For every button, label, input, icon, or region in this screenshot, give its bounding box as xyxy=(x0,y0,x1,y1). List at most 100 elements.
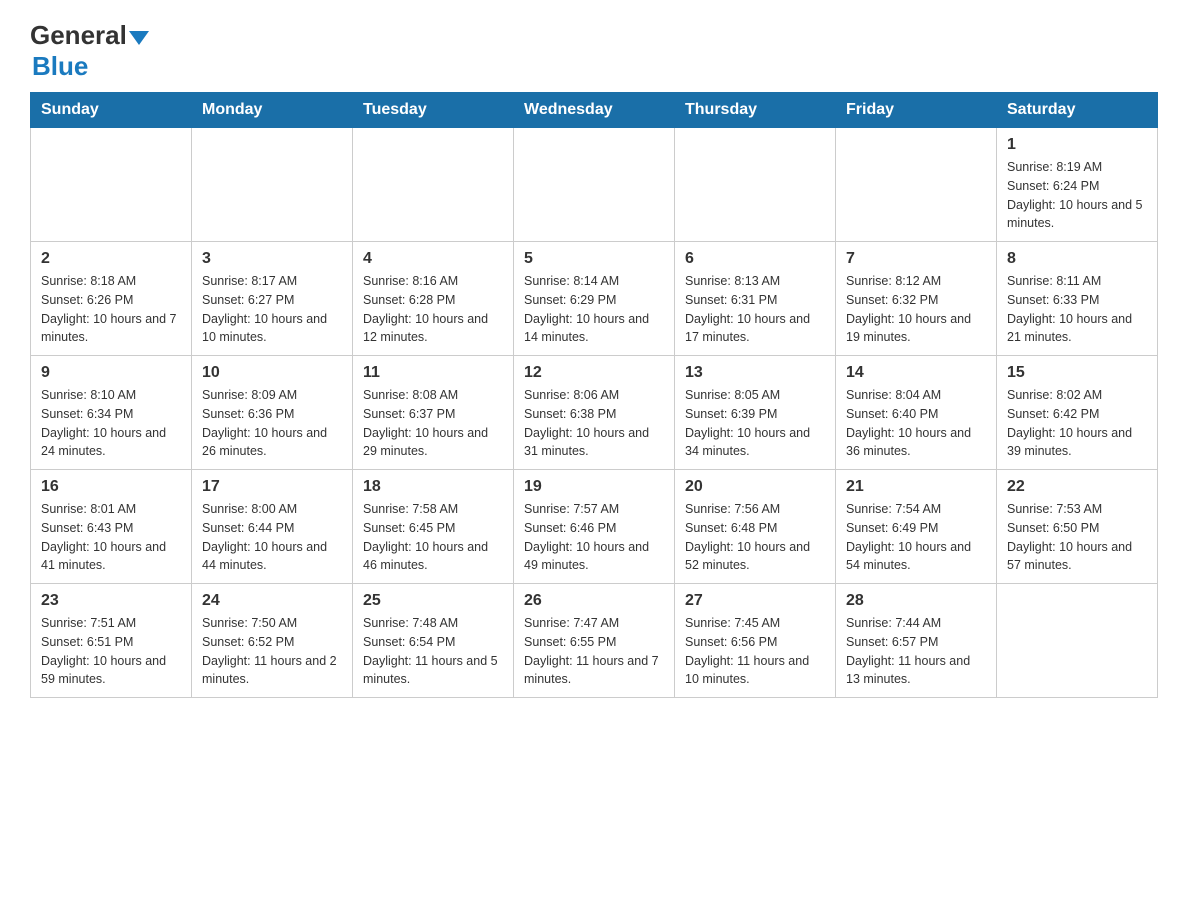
day-number: 20 xyxy=(685,478,825,496)
day-info: Sunrise: 7:58 AMSunset: 6:45 PMDaylight:… xyxy=(363,500,503,575)
day-number: 19 xyxy=(524,478,664,496)
day-number: 16 xyxy=(41,478,181,496)
day-number: 10 xyxy=(202,364,342,382)
weekday-header-wednesday: Wednesday xyxy=(514,93,675,128)
day-number: 26 xyxy=(524,592,664,610)
calendar-table: SundayMondayTuesdayWednesdayThursdayFrid… xyxy=(30,92,1158,698)
calendar-week-3: 9 Sunrise: 8:10 AMSunset: 6:34 PMDaylight… xyxy=(31,356,1158,470)
day-info: Sunrise: 8:17 AMSunset: 6:27 PMDaylight:… xyxy=(202,272,342,347)
calendar-cell: 4 Sunrise: 8:16 AMSunset: 6:28 PMDaylight… xyxy=(353,242,514,356)
calendar-cell: 1 Sunrise: 8:19 AMSunset: 6:24 PMDaylight… xyxy=(997,128,1158,242)
calendar-cell: 9 Sunrise: 8:10 AMSunset: 6:34 PMDaylight… xyxy=(31,356,192,470)
calendar-cell: 24 Sunrise: 7:50 AMSunset: 6:52 PMDayligh… xyxy=(192,584,353,698)
calendar-cell: 23 Sunrise: 7:51 AMSunset: 6:51 PMDayligh… xyxy=(31,584,192,698)
calendar-cell: 27 Sunrise: 7:45 AMSunset: 6:56 PMDayligh… xyxy=(675,584,836,698)
logo-general-text: General xyxy=(30,20,127,51)
weekday-header-friday: Friday xyxy=(836,93,997,128)
day-number: 7 xyxy=(846,250,986,268)
day-number: 27 xyxy=(685,592,825,610)
day-info: Sunrise: 8:02 AMSunset: 6:42 PMDaylight:… xyxy=(1007,386,1147,461)
calendar-cell: 13 Sunrise: 8:05 AMSunset: 6:39 PMDayligh… xyxy=(675,356,836,470)
day-number: 5 xyxy=(524,250,664,268)
calendar-cell: 22 Sunrise: 7:53 AMSunset: 6:50 PMDayligh… xyxy=(997,470,1158,584)
day-number: 17 xyxy=(202,478,342,496)
day-number: 9 xyxy=(41,364,181,382)
calendar-cell: 8 Sunrise: 8:11 AMSunset: 6:33 PMDaylight… xyxy=(997,242,1158,356)
page-header: General Blue xyxy=(30,20,1158,82)
calendar-cell: 25 Sunrise: 7:48 AMSunset: 6:54 PMDayligh… xyxy=(353,584,514,698)
day-info: Sunrise: 8:13 AMSunset: 6:31 PMDaylight:… xyxy=(685,272,825,347)
day-info: Sunrise: 8:19 AMSunset: 6:24 PMDaylight:… xyxy=(1007,158,1147,233)
day-number: 25 xyxy=(363,592,503,610)
logo-blue-text: Blue xyxy=(32,51,88,81)
calendar-cell: 14 Sunrise: 8:04 AMSunset: 6:40 PMDayligh… xyxy=(836,356,997,470)
calendar-week-4: 16 Sunrise: 8:01 AMSunset: 6:43 PMDayligh… xyxy=(31,470,1158,584)
day-number: 6 xyxy=(685,250,825,268)
logo: General Blue xyxy=(30,20,149,82)
day-info: Sunrise: 7:48 AMSunset: 6:54 PMDaylight:… xyxy=(363,614,503,689)
weekday-header-saturday: Saturday xyxy=(997,93,1158,128)
calendar-cell: 6 Sunrise: 8:13 AMSunset: 6:31 PMDaylight… xyxy=(675,242,836,356)
day-info: Sunrise: 8:01 AMSunset: 6:43 PMDaylight:… xyxy=(41,500,181,575)
calendar-cell: 18 Sunrise: 7:58 AMSunset: 6:45 PMDayligh… xyxy=(353,470,514,584)
day-number: 28 xyxy=(846,592,986,610)
day-info: Sunrise: 7:53 AMSunset: 6:50 PMDaylight:… xyxy=(1007,500,1147,575)
day-number: 12 xyxy=(524,364,664,382)
logo-triangle-icon xyxy=(129,31,149,45)
calendar-cell xyxy=(997,584,1158,698)
day-number: 8 xyxy=(1007,250,1147,268)
day-info: Sunrise: 7:54 AMSunset: 6:49 PMDaylight:… xyxy=(846,500,986,575)
day-number: 22 xyxy=(1007,478,1147,496)
calendar-cell: 28 Sunrise: 7:44 AMSunset: 6:57 PMDayligh… xyxy=(836,584,997,698)
day-info: Sunrise: 7:45 AMSunset: 6:56 PMDaylight:… xyxy=(685,614,825,689)
day-number: 14 xyxy=(846,364,986,382)
day-number: 23 xyxy=(41,592,181,610)
day-info: Sunrise: 7:51 AMSunset: 6:51 PMDaylight:… xyxy=(41,614,181,689)
day-info: Sunrise: 8:04 AMSunset: 6:40 PMDaylight:… xyxy=(846,386,986,461)
day-number: 24 xyxy=(202,592,342,610)
calendar-cell: 17Sunrise: 8:00 AMSunset: 6:44 PMDayligh… xyxy=(192,470,353,584)
day-number: 2 xyxy=(41,250,181,268)
calendar-cell: 7 Sunrise: 8:12 AMSunset: 6:32 PMDaylight… xyxy=(836,242,997,356)
calendar-cell: 19Sunrise: 7:57 AMSunset: 6:46 PMDayligh… xyxy=(514,470,675,584)
day-number: 1 xyxy=(1007,136,1147,154)
weekday-header-thursday: Thursday xyxy=(675,93,836,128)
day-info: Sunrise: 8:05 AMSunset: 6:39 PMDaylight:… xyxy=(685,386,825,461)
day-info: Sunrise: 8:16 AMSunset: 6:28 PMDaylight:… xyxy=(363,272,503,347)
calendar-cell: 15 Sunrise: 8:02 AMSunset: 6:42 PMDayligh… xyxy=(997,356,1158,470)
weekday-header-monday: Monday xyxy=(192,93,353,128)
calendar-cell: 11Sunrise: 8:08 AMSunset: 6:37 PMDayligh… xyxy=(353,356,514,470)
day-info: Sunrise: 8:18 AMSunset: 6:26 PMDaylight:… xyxy=(41,272,181,347)
calendar-week-1: 1 Sunrise: 8:19 AMSunset: 6:24 PMDaylight… xyxy=(31,128,1158,242)
calendar-cell: 2 Sunrise: 8:18 AMSunset: 6:26 PMDaylight… xyxy=(31,242,192,356)
calendar-cell xyxy=(192,128,353,242)
calendar-cell: 12 Sunrise: 8:06 AMSunset: 6:38 PMDayligh… xyxy=(514,356,675,470)
calendar-cell xyxy=(836,128,997,242)
calendar-cell: 10 Sunrise: 8:09 AMSunset: 6:36 PMDayligh… xyxy=(192,356,353,470)
day-info: Sunrise: 8:06 AMSunset: 6:38 PMDaylight:… xyxy=(524,386,664,461)
calendar-cell xyxy=(31,128,192,242)
day-info: Sunrise: 8:10 AMSunset: 6:34 PMDaylight:… xyxy=(41,386,181,461)
day-number: 11 xyxy=(363,364,503,382)
day-number: 3 xyxy=(202,250,342,268)
weekday-header-row: SundayMondayTuesdayWednesdayThursdayFrid… xyxy=(31,93,1158,128)
day-info: Sunrise: 7:50 AMSunset: 6:52 PMDaylight:… xyxy=(202,614,342,689)
day-number: 4 xyxy=(363,250,503,268)
weekday-header-tuesday: Tuesday xyxy=(353,93,514,128)
calendar-cell xyxy=(514,128,675,242)
calendar-week-5: 23 Sunrise: 7:51 AMSunset: 6:51 PMDayligh… xyxy=(31,584,1158,698)
day-info: Sunrise: 8:14 AMSunset: 6:29 PMDaylight:… xyxy=(524,272,664,347)
day-number: 13 xyxy=(685,364,825,382)
day-number: 15 xyxy=(1007,364,1147,382)
calendar-week-2: 2 Sunrise: 8:18 AMSunset: 6:26 PMDaylight… xyxy=(31,242,1158,356)
day-info: Sunrise: 8:12 AMSunset: 6:32 PMDaylight:… xyxy=(846,272,986,347)
calendar-cell: 5 Sunrise: 8:14 AMSunset: 6:29 PMDaylight… xyxy=(514,242,675,356)
day-number: 18 xyxy=(363,478,503,496)
calendar-cell: 16 Sunrise: 8:01 AMSunset: 6:43 PMDayligh… xyxy=(31,470,192,584)
day-info: Sunrise: 8:09 AMSunset: 6:36 PMDaylight:… xyxy=(202,386,342,461)
day-info: Sunrise: 7:44 AMSunset: 6:57 PMDaylight:… xyxy=(846,614,986,689)
day-info: Sunrise: 7:56 AMSunset: 6:48 PMDaylight:… xyxy=(685,500,825,575)
day-info: Sunrise: 8:11 AMSunset: 6:33 PMDaylight:… xyxy=(1007,272,1147,347)
calendar-cell xyxy=(675,128,836,242)
calendar-cell: 3 Sunrise: 8:17 AMSunset: 6:27 PMDaylight… xyxy=(192,242,353,356)
